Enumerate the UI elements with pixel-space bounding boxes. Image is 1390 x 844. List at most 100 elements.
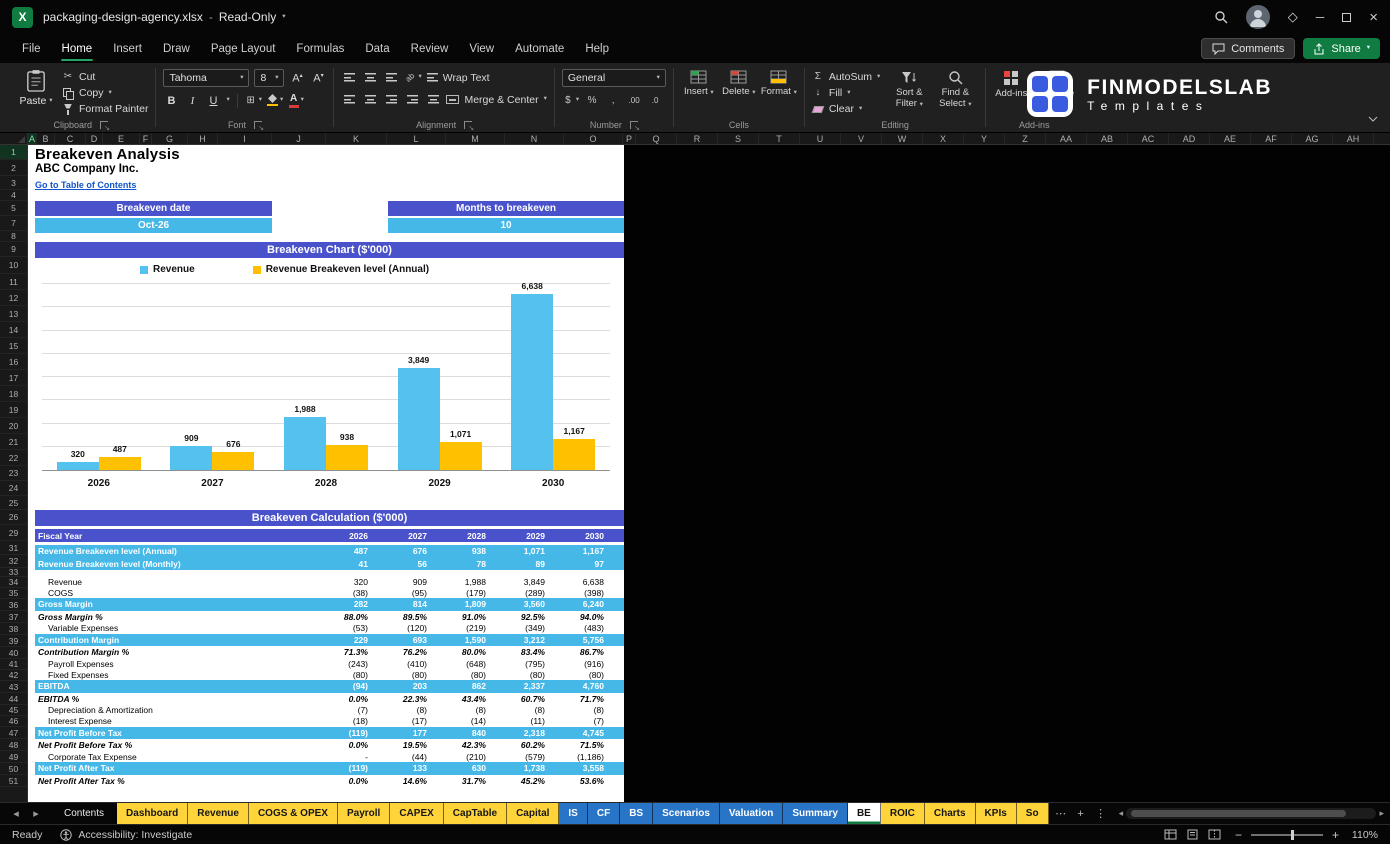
- document-title[interactable]: packaging-design-agency.xlsx - Read-Only…: [43, 10, 286, 24]
- column-header-u[interactable]: U: [800, 133, 841, 144]
- number-format-select[interactable]: General ▾: [561, 69, 666, 87]
- orientation-button[interactable]: ab ▾: [404, 69, 422, 86]
- align-right-button[interactable]: [383, 91, 399, 108]
- row-header-7[interactable]: 7: [0, 216, 27, 231]
- align-top-button[interactable]: [341, 69, 357, 86]
- align-bottom-button[interactable]: [383, 69, 399, 86]
- scrollbar-thumb[interactable]: [1131, 810, 1347, 817]
- row-header-29[interactable]: 29: [0, 525, 27, 541]
- row-header-12[interactable]: 12: [0, 290, 27, 306]
- menu-item-help[interactable]: Help: [575, 34, 619, 63]
- menu-item-view[interactable]: View: [459, 34, 504, 63]
- column-header-a[interactable]: A: [28, 133, 37, 144]
- column-header-ae[interactable]: AE: [1210, 133, 1251, 144]
- row-header-14[interactable]: 14: [0, 322, 27, 338]
- borders-button[interactable]: ⊞ ▾: [245, 92, 262, 109]
- paste-button[interactable]: Paste ▾: [13, 68, 59, 117]
- sheet-tab-be[interactable]: BE: [847, 803, 881, 824]
- minimize-button[interactable]: ─: [1316, 10, 1325, 24]
- column-header-l[interactable]: L: [387, 133, 446, 144]
- align-center-button[interactable]: [362, 91, 378, 108]
- user-avatar[interactable]: [1245, 5, 1270, 29]
- column-header-af[interactable]: AF: [1251, 133, 1292, 144]
- scroll-right-arrow-icon[interactable]: ▸: [1379, 808, 1384, 819]
- close-button[interactable]: ×: [1369, 9, 1378, 26]
- column-header-h[interactable]: H: [188, 133, 218, 144]
- row-header-24[interactable]: 24: [0, 481, 27, 496]
- row-header-33[interactable]: 33: [0, 567, 27, 577]
- column-header-ah[interactable]: AH: [1333, 133, 1374, 144]
- sheet-tab-contents[interactable]: Contents: [52, 803, 118, 824]
- column-header-c[interactable]: C: [55, 133, 86, 144]
- more-sheets-button[interactable]: ⋯: [1051, 803, 1071, 824]
- row-header-44[interactable]: 44: [0, 693, 27, 705]
- column-header-v[interactable]: V: [841, 133, 882, 144]
- sheet-options-button[interactable]: ⋮: [1091, 803, 1111, 824]
- search-button[interactable]: [1214, 10, 1228, 24]
- font-size-select[interactable]: 8 ▾: [254, 69, 285, 87]
- row-header-41[interactable]: 41: [0, 659, 27, 670]
- number-dialog-launcher[interactable]: [629, 120, 640, 132]
- cut-button[interactable]: ✂ Cut: [62, 71, 148, 83]
- sheet-tab-bs[interactable]: BS: [620, 803, 654, 824]
- decrease-font-size-button[interactable]: A▾: [310, 70, 326, 87]
- table-row[interactable]: EBITDA % 0.0% 22.3% 43.4% 60.7% 71.7%: [35, 693, 624, 705]
- column-header-g[interactable]: G: [152, 133, 188, 144]
- sheet-tab-charts[interactable]: Charts: [924, 803, 976, 824]
- menu-item-automate[interactable]: Automate: [505, 34, 574, 63]
- scroll-left-arrow-icon[interactable]: ◂: [1119, 808, 1124, 819]
- column-header-z[interactable]: Z: [1005, 133, 1046, 144]
- table-row[interactable]: EBITDA (94) 203 862 2,337 4,760: [35, 680, 624, 693]
- row-header-21[interactable]: 21: [0, 434, 27, 450]
- worksheet[interactable]: Breakeven Analysis ABC Company Inc. Go t…: [28, 145, 624, 802]
- alignment-dialog-launcher[interactable]: [464, 120, 474, 132]
- row-header-31[interactable]: 31: [0, 541, 27, 555]
- zoom-out-button[interactable]: −: [1235, 828, 1242, 842]
- sheet-tab-capex[interactable]: CAPEX: [390, 803, 444, 824]
- menu-item-data[interactable]: Data: [355, 34, 399, 63]
- table-header-row[interactable]: Fiscal Year 2026 2027 2028 2029 2030: [35, 529, 624, 542]
- sheet-tab-cogs-opex[interactable]: COGS & OPEX: [248, 803, 338, 824]
- scroll-tabs-left-button[interactable]: ◂: [6, 803, 26, 824]
- row-header-17[interactable]: 17: [0, 370, 27, 386]
- horizontal-scrollbar[interactable]: ◂ ▸: [1119, 803, 1384, 824]
- row-header-26[interactable]: 26: [0, 510, 27, 525]
- zoom-slider[interactable]: [1250, 829, 1323, 840]
- column-header-ac[interactable]: AC: [1128, 133, 1169, 144]
- sheet-tab-so[interactable]: So: [1016, 803, 1049, 824]
- sheet-tab-scenarios[interactable]: Scenarios: [653, 803, 720, 824]
- sheet-tab-revenue[interactable]: Revenue: [188, 803, 249, 824]
- table-row[interactable]: Contribution Margin % 71.3% 76.2% 80.0% 83.4…: [35, 646, 624, 658]
- table-row[interactable]: Depreciation & Amortization (7) (8) (8) (8) (…: [35, 705, 624, 716]
- format-painter-button[interactable]: Format Painter: [62, 103, 148, 115]
- column-header-b[interactable]: B: [37, 133, 55, 144]
- maximize-button[interactable]: [1342, 12, 1352, 22]
- table-row[interactable]: Net Profit Before Tax (119) 177 840 2,318 4,7…: [35, 726, 624, 739]
- column-header-r[interactable]: R: [677, 133, 718, 144]
- accounting-format-button[interactable]: $ ▾: [562, 92, 579, 109]
- autosum-button[interactable]: Σ AutoSum ▾: [812, 71, 881, 83]
- row-header-8[interactable]: 8: [0, 231, 27, 242]
- row-header-23[interactable]: 23: [0, 466, 27, 481]
- clear-button[interactable]: Clear ▾: [811, 103, 880, 115]
- increase-decimal-button[interactable]: .00: [626, 92, 642, 109]
- table-row[interactable]: Net Profit After Tax % 0.0% 14.6% 31.7% 45.2…: [35, 775, 624, 787]
- column-header-ab[interactable]: AB: [1087, 133, 1128, 144]
- page-break-view-button[interactable]: [1208, 829, 1221, 840]
- sheet-tab-captable[interactable]: CapTable: [443, 803, 508, 824]
- row-header-35[interactable]: 35: [0, 588, 27, 599]
- column-header-m[interactable]: M: [446, 133, 505, 144]
- row-header-38[interactable]: 38: [0, 623, 27, 635]
- add-ins-button[interactable]: Add-ins: [993, 68, 1029, 117]
- scrollbar-track[interactable]: [1126, 808, 1377, 819]
- align-middle-button[interactable]: [362, 69, 378, 86]
- sheet-tab-capital[interactable]: Capital: [507, 803, 560, 824]
- menu-item-file[interactable]: File: [12, 34, 51, 63]
- menu-item-draw[interactable]: Draw: [153, 34, 200, 63]
- menu-item-formulas[interactable]: Formulas: [286, 34, 354, 63]
- table-row[interactable]: Variable Expenses (53) (120) (219) (349) (483…: [35, 623, 624, 634]
- row-header-11[interactable]: 11: [0, 274, 27, 290]
- row-header-46[interactable]: 46: [0, 716, 27, 727]
- column-header-o[interactable]: O: [564, 133, 623, 144]
- table-row[interactable]: Interest Expense (18) (17) (14) (11) (7): [35, 716, 624, 727]
